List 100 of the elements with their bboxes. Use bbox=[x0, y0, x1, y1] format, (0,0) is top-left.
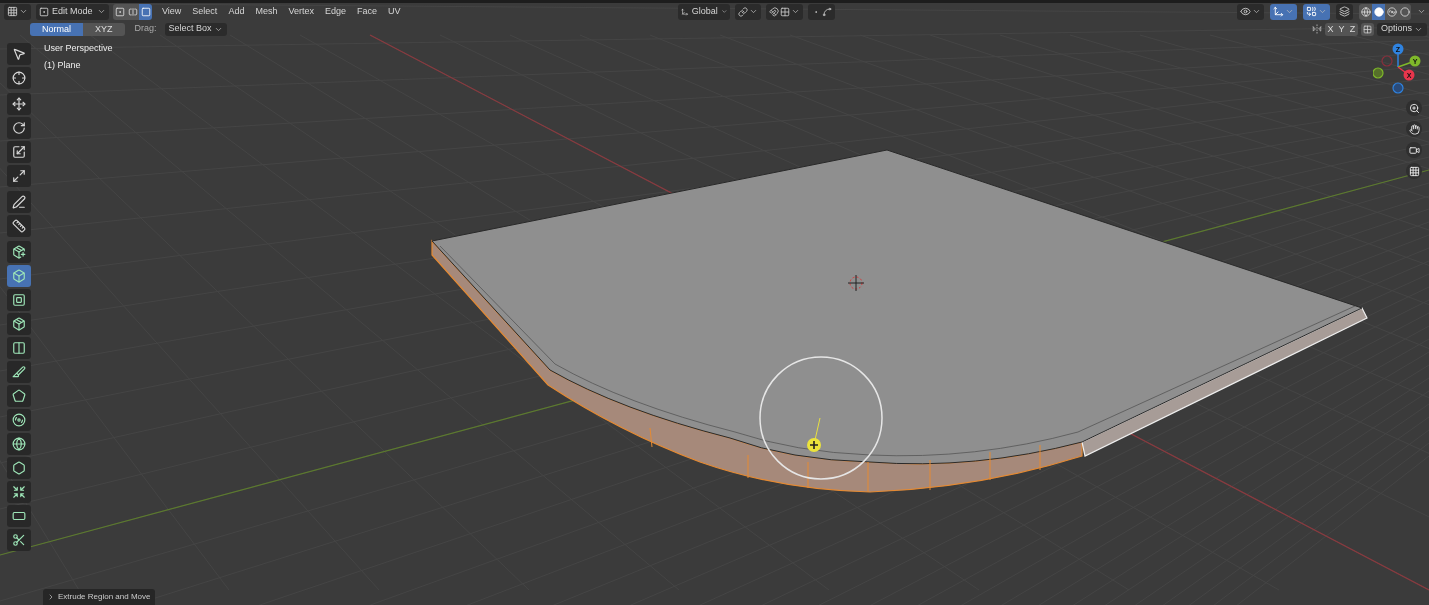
curve-icon bbox=[822, 6, 833, 17]
sphere-icon bbox=[12, 437, 26, 451]
caret-icon bbox=[1285, 7, 1294, 16]
tool-button[interactable] bbox=[7, 505, 31, 527]
square-icon bbox=[140, 6, 151, 17]
pentagon-icon bbox=[12, 389, 26, 403]
pan-button[interactable] bbox=[1406, 121, 1422, 137]
axes-icon bbox=[1273, 6, 1284, 17]
tool-button[interactable] bbox=[7, 313, 31, 335]
caret-icon bbox=[1318, 7, 1327, 16]
overlays-toggle[interactable] bbox=[1303, 3, 1330, 20]
menu-item[interactable]: Vertex bbox=[288, 3, 314, 20]
menu-item[interactable]: UV bbox=[387, 3, 401, 20]
split-columns-icon bbox=[12, 341, 26, 355]
menu-item[interactable]: Edge bbox=[324, 3, 346, 20]
pivot-button[interactable] bbox=[735, 3, 762, 20]
pen-icon bbox=[12, 195, 26, 209]
tool-button[interactable] bbox=[7, 289, 31, 311]
tool-button[interactable] bbox=[7, 93, 31, 115]
tool-button[interactable] bbox=[7, 191, 31, 213]
tool-button[interactable] bbox=[7, 337, 31, 359]
zoom-icon bbox=[1408, 102, 1420, 114]
visibility-button[interactable] bbox=[1237, 3, 1264, 20]
drag-label: Drag: bbox=[134, 22, 157, 36]
orientation-dropdown[interactable]: Global bbox=[678, 3, 731, 20]
menu-item[interactable]: Face bbox=[356, 3, 377, 20]
drag-dropdown[interactable]: Select Box bbox=[164, 22, 227, 36]
menu-item[interactable]: View bbox=[162, 3, 182, 20]
xray-toggle[interactable] bbox=[1336, 3, 1353, 20]
tool-button[interactable] bbox=[7, 433, 31, 455]
cube-plus-icon bbox=[12, 245, 26, 259]
wire-sphere-icon bbox=[1360, 6, 1371, 17]
tool-button[interactable] bbox=[7, 409, 31, 431]
axes-icon bbox=[681, 6, 689, 17]
grid-icon bbox=[1408, 165, 1420, 177]
orientation-tab[interactable]: Normal bbox=[30, 22, 83, 36]
mirror-axis-toggle[interactable]: Y bbox=[1335, 22, 1347, 36]
hexagon-icon bbox=[12, 461, 26, 475]
pointer-icon bbox=[12, 47, 26, 61]
tool-button[interactable] bbox=[7, 529, 31, 551]
eye-icon bbox=[1240, 6, 1251, 17]
crosshair-icon bbox=[12, 71, 26, 85]
overlap-circles-icon bbox=[1306, 6, 1317, 17]
caret-icon bbox=[19, 7, 28, 16]
inset-square-icon bbox=[12, 293, 26, 307]
snap-button[interactable] bbox=[766, 3, 804, 20]
knife-icon bbox=[12, 365, 26, 379]
tool-button[interactable] bbox=[7, 241, 31, 263]
menu-item[interactable]: Select bbox=[192, 3, 218, 20]
shading-mode-button[interactable] bbox=[1372, 3, 1385, 20]
add-cursor-icon bbox=[807, 417, 821, 452]
tool-button[interactable] bbox=[7, 457, 31, 479]
cube-icon bbox=[12, 269, 26, 283]
caret-icon bbox=[791, 7, 801, 16]
package-icon bbox=[12, 317, 26, 331]
gizmo-toggle[interactable] bbox=[1270, 3, 1297, 20]
rotate-icon bbox=[12, 121, 26, 135]
zoom-button[interactable] bbox=[1406, 100, 1422, 116]
orientation-tab[interactable]: XYZ bbox=[83, 22, 125, 36]
operator-panel-header[interactable]: Extrude Region and Move bbox=[43, 589, 155, 605]
circle-icon bbox=[1399, 6, 1410, 17]
tool-button[interactable] bbox=[7, 117, 31, 139]
view-name: User Perspective bbox=[44, 42, 113, 55]
disc-icon bbox=[1386, 6, 1397, 17]
tool-button[interactable] bbox=[7, 481, 31, 503]
mirror-icon bbox=[1311, 24, 1322, 34]
mirror-axis-toggle[interactable]: X bbox=[1324, 22, 1336, 36]
layers-icon bbox=[1339, 6, 1350, 17]
square-split-icon bbox=[127, 6, 138, 17]
tool-button[interactable] bbox=[7, 385, 31, 407]
caret-icon bbox=[1252, 7, 1261, 16]
caret-icon bbox=[749, 7, 759, 16]
object-name: (1) Plane bbox=[44, 58, 82, 72]
shading-mode-button[interactable] bbox=[1385, 3, 1398, 20]
tool-button[interactable] bbox=[7, 43, 31, 65]
grid-icon bbox=[780, 6, 791, 17]
caret-icon bbox=[97, 7, 106, 16]
camera-view-button[interactable] bbox=[1406, 142, 1422, 158]
menu-item[interactable]: Add bbox=[228, 3, 245, 20]
auto-merge-toggle[interactable] bbox=[1360, 22, 1374, 36]
hand-icon bbox=[1408, 123, 1420, 135]
move-arrows-icon bbox=[12, 97, 26, 111]
disc-icon bbox=[12, 413, 26, 427]
tool-button[interactable] bbox=[7, 141, 31, 163]
shading-mode-button[interactable] bbox=[1398, 3, 1411, 20]
dots-grid-icon bbox=[1362, 24, 1372, 34]
tool-button[interactable] bbox=[7, 165, 31, 187]
options-dropdown[interactable]: Options bbox=[1376, 22, 1427, 36]
tool-button[interactable] bbox=[7, 67, 31, 89]
tool-button[interactable] bbox=[7, 215, 31, 237]
ruler-icon bbox=[12, 219, 26, 233]
shrink-arrows-icon bbox=[12, 485, 26, 499]
tool-button[interactable] bbox=[7, 361, 31, 383]
mirror-axis-toggle[interactable]: Z bbox=[1346, 22, 1358, 36]
transform-icon bbox=[12, 169, 26, 183]
menu-item[interactable]: Mesh bbox=[255, 3, 278, 20]
shading-mode-button[interactable] bbox=[1359, 3, 1372, 20]
perspective-button[interactable] bbox=[1406, 163, 1422, 179]
magnet-icon bbox=[769, 6, 780, 17]
proportional-button[interactable] bbox=[808, 3, 836, 20]
